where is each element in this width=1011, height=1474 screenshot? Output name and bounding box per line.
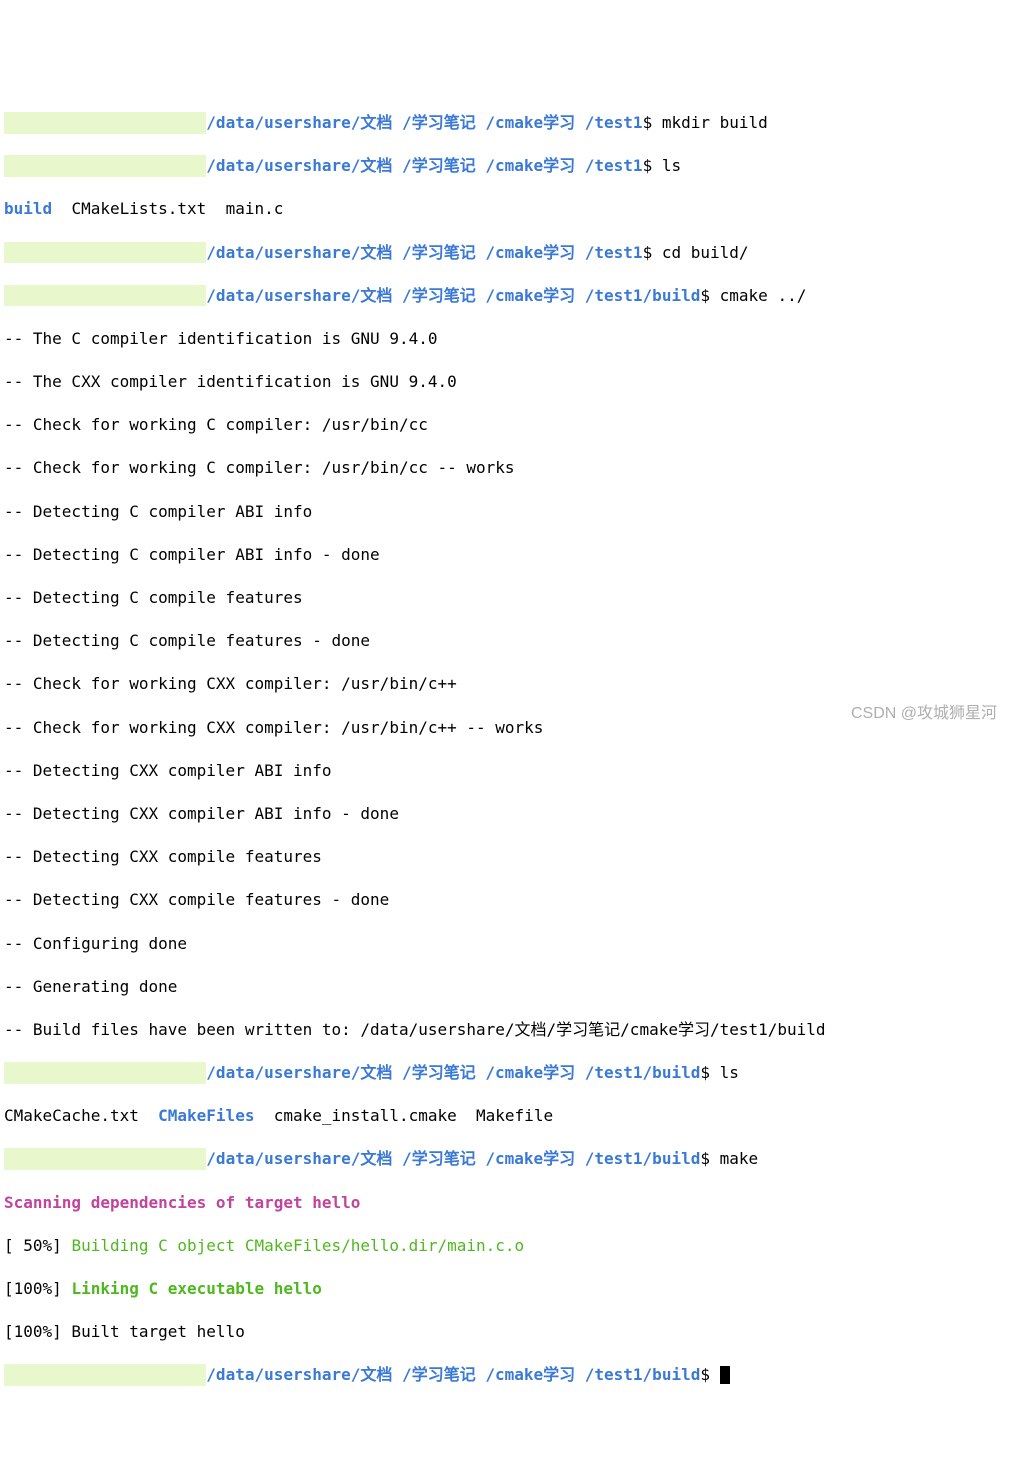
- terminal-output[interactable]: user@host:~ /data/usershare/文档 /学习笔记 /cm…: [4, 90, 1007, 1407]
- ls-dir-entry: CMakeFiles: [158, 1106, 254, 1125]
- cmake-output-line: -- Detecting C compiler ABI info: [4, 501, 1007, 523]
- make-scanning-line: Scanning dependencies of target hello: [4, 1192, 1007, 1214]
- cmake-output-line: -- Generating done: [4, 976, 1007, 998]
- cursor-icon: [720, 1366, 730, 1384]
- cmake-output-line: -- Check for working C compiler: /usr/bi…: [4, 414, 1007, 436]
- cmake-output-line: -- Configuring done: [4, 933, 1007, 955]
- ls-file-entry: main.c: [226, 199, 284, 218]
- prompt-path: /data/usershare/文档 /学习笔记 /cmake学习 /test1: [206, 113, 642, 132]
- cmake-output-line: -- Detecting CXX compiler ABI info - don…: [4, 803, 1007, 825]
- make-progress: [ 50%]: [4, 1236, 71, 1255]
- redacted-user-host: user@host:~: [4, 285, 206, 307]
- command-text: cd build/: [662, 243, 749, 262]
- command-text: ls: [662, 156, 681, 175]
- command-text: make: [720, 1149, 759, 1168]
- ls-file-entry: CMakeCache.txt: [4, 1106, 139, 1125]
- prompt-dollar: $: [643, 156, 653, 175]
- make-building-line: Building C object CMakeFiles/hello.dir/m…: [71, 1236, 524, 1255]
- cmake-output-line: -- Detecting C compile features: [4, 587, 1007, 609]
- prompt-path: /data/usershare/文档 /学习笔记 /cmake学习 /test1…: [206, 1365, 700, 1384]
- cmake-output-line: -- Detecting C compiler ABI info - done: [4, 544, 1007, 566]
- prompt-dollar: $: [700, 1063, 710, 1082]
- command-text: cmake ../: [720, 286, 807, 305]
- prompt-dollar: $: [643, 113, 653, 132]
- redacted-user-host: user@host:~: [4, 242, 206, 264]
- redacted-user-host: user@host:~: [4, 1364, 206, 1386]
- cmake-output-line: -- Detecting CXX compiler ABI info: [4, 760, 1007, 782]
- prompt-path: /data/usershare/文档 /学习笔记 /cmake学习 /test1…: [206, 1063, 700, 1082]
- ls-file-entry: CMakeLists.txt: [71, 199, 206, 218]
- redacted-user-host: user@host:~: [4, 112, 206, 134]
- cmake-output-line: -- Detecting CXX compile features - done: [4, 889, 1007, 911]
- redacted-user-host: user@host:~: [4, 1148, 206, 1170]
- ls-file-entry: Makefile: [476, 1106, 553, 1125]
- redacted-user-host: user@host:~: [4, 1062, 206, 1084]
- prompt-path: /data/usershare/文档 /学习笔记 /cmake学习 /test1…: [206, 1149, 700, 1168]
- make-progress: [100%]: [4, 1279, 71, 1298]
- command-text: ls: [720, 1063, 739, 1082]
- make-built-line: [100%] Built target hello: [4, 1321, 1007, 1343]
- cmake-output-line: -- Check for working CXX compiler: /usr/…: [4, 673, 1007, 695]
- prompt-path: /data/usershare/文档 /学习笔记 /cmake学习 /test1…: [206, 286, 700, 305]
- command-text: mkdir build: [662, 113, 768, 132]
- prompt-dollar: $: [700, 286, 710, 305]
- cmake-output-line: -- The CXX compiler identification is GN…: [4, 371, 1007, 393]
- ls-dir-entry: build: [4, 199, 52, 218]
- cmake-output-line: -- Build files have been written to: /da…: [4, 1019, 1007, 1041]
- prompt-dollar: $: [643, 243, 653, 262]
- prompt-dollar: $: [700, 1365, 710, 1384]
- prompt-path: /data/usershare/文档 /学习笔记 /cmake学习 /test1: [206, 156, 642, 175]
- cmake-output-line: -- The C compiler identification is GNU …: [4, 328, 1007, 350]
- cmake-output-line: -- Detecting C compile features - done: [4, 630, 1007, 652]
- cmake-output-line: -- Detecting CXX compile features: [4, 846, 1007, 868]
- prompt-path: /data/usershare/文档 /学习笔记 /cmake学习 /test1: [206, 243, 642, 262]
- prompt-dollar: $: [700, 1149, 710, 1168]
- cmake-output-line: -- Check for working C compiler: /usr/bi…: [4, 457, 1007, 479]
- cmake-output-line: -- Check for working CXX compiler: /usr/…: [4, 717, 1007, 739]
- ls-file-entry: cmake_install.cmake: [274, 1106, 457, 1125]
- make-linking-line: Linking C executable hello: [71, 1279, 321, 1298]
- redacted-user-host: user@host:~: [4, 155, 206, 177]
